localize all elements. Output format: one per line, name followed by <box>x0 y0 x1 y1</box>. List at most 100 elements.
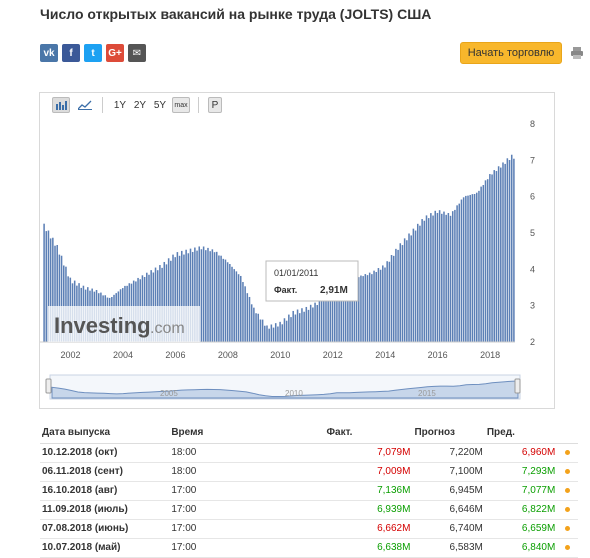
forecast-value: 6,646M <box>412 500 485 520</box>
actual-value: 7,009M <box>324 462 413 482</box>
status-dot-icon <box>565 545 571 550</box>
actual-value: 7,136M <box>324 481 413 501</box>
navigator[interactable]: 2005 2010 2015 <box>45 374 521 400</box>
data-bar <box>215 251 218 342</box>
data-bar <box>281 324 284 342</box>
data-bar <box>379 269 382 342</box>
data-bar <box>231 266 233 342</box>
header-date: Дата выпуска <box>40 423 170 444</box>
data-bar <box>209 251 211 342</box>
data-bar <box>377 268 380 342</box>
data-bar <box>229 264 231 342</box>
data-bar <box>510 154 513 342</box>
data-bar <box>237 274 240 342</box>
release-date: 10.07.2018 (май) <box>40 538 170 558</box>
forecast-value: 7,100M <box>412 462 485 482</box>
data-bar <box>303 311 305 342</box>
vk-icon[interactable]: vk <box>40 44 58 62</box>
data-bar <box>211 249 214 342</box>
data-bar <box>480 186 482 342</box>
data-bar <box>425 215 428 342</box>
google-plus-icon[interactable]: G+ <box>106 44 124 62</box>
data-bar <box>253 307 255 342</box>
forecast-value: 7,220M <box>412 443 485 463</box>
data-bar <box>500 167 502 342</box>
data-bar <box>268 328 270 342</box>
data-bar <box>224 259 227 342</box>
data-bar <box>309 304 312 342</box>
x-tick-label: 2018 <box>480 350 500 360</box>
mail-icon[interactable]: ✉ <box>128 44 146 62</box>
data-bar <box>441 213 443 342</box>
data-bar <box>495 171 498 342</box>
data-bar <box>392 255 395 342</box>
data-bar <box>416 223 419 342</box>
twitter-icon[interactable]: t <box>84 44 102 62</box>
status-dot <box>557 538 578 558</box>
data-bar <box>202 246 205 342</box>
previous-value: 6,840M <box>484 538 558 558</box>
data-bar <box>399 243 402 342</box>
data-bar <box>323 294 325 342</box>
x-tick-label: 2004 <box>113 350 133 360</box>
facebook-icon[interactable]: f <box>62 44 80 62</box>
navigator-right-handle <box>514 378 521 394</box>
data-bar <box>360 275 362 342</box>
watermark-suffix: .com <box>150 320 185 337</box>
start-trading-button[interactable]: Начать торговлю <box>460 42 562 64</box>
actual-value: 7,079M <box>324 443 413 463</box>
data-bar <box>274 323 277 342</box>
table-row: 10.07.2018 (май) 17:00 6,638M 6,583M 6,840M <box>40 538 578 558</box>
data-bar <box>445 214 447 342</box>
data-bar <box>244 286 246 342</box>
header-previous: Пред. <box>484 423 558 444</box>
data-bar <box>296 309 299 342</box>
data-bar <box>430 213 432 342</box>
status-dot <box>557 481 578 501</box>
release-date: 16.10.2018 (авг) <box>40 481 170 501</box>
data-bar <box>482 185 485 342</box>
data-bar <box>471 194 474 342</box>
data-bar <box>443 211 445 342</box>
data-bar <box>397 249 399 342</box>
chart-plot: 2 3 4 5 6 7 8 2002 2004 2006 2008 2010 2012 2014 2016… <box>40 119 535 400</box>
y-tick-label: 8 <box>530 119 535 129</box>
data-bar <box>368 272 371 342</box>
data-bar <box>205 250 207 342</box>
data-bar <box>375 271 378 342</box>
data-bar <box>290 317 292 342</box>
data-bar <box>314 302 316 342</box>
data-bar <box>207 247 209 342</box>
data-bar <box>419 225 421 342</box>
previous-value: 7,293M <box>484 462 558 482</box>
previous-value: 6,960M <box>484 443 558 463</box>
data-bar <box>277 326 279 342</box>
release-time: 18:00 <box>169 462 325 482</box>
data-bar <box>486 179 489 342</box>
data-bar <box>438 210 441 342</box>
history-table: Дата выпуска Время Факт. Прогноз Пред. 1… <box>40 423 578 558</box>
data-bar <box>395 248 397 342</box>
status-dot-icon <box>565 507 571 512</box>
data-bar <box>484 180 487 342</box>
x-tick-label: 2006 <box>165 350 185 360</box>
data-bar <box>259 319 262 342</box>
release-date: 11.09.2018 (июль) <box>40 500 170 520</box>
release-date: 10.12.2018 (окт) <box>40 443 170 463</box>
data-bar <box>312 307 314 342</box>
x-tick-label: 2008 <box>218 350 238 360</box>
data-bar <box>388 261 391 342</box>
data-bar <box>506 158 509 342</box>
data-bar <box>272 327 275 342</box>
header-actual: Факт. <box>324 423 413 444</box>
data-bar <box>513 158 515 342</box>
data-bar <box>200 249 203 342</box>
data-bar <box>449 215 452 342</box>
status-dot <box>557 462 578 482</box>
data-bar <box>325 294 327 342</box>
data-bar <box>456 205 458 342</box>
print-icon[interactable] <box>570 46 584 60</box>
data-bar <box>250 304 253 342</box>
data-bar <box>414 230 417 342</box>
data-bar <box>421 219 423 342</box>
